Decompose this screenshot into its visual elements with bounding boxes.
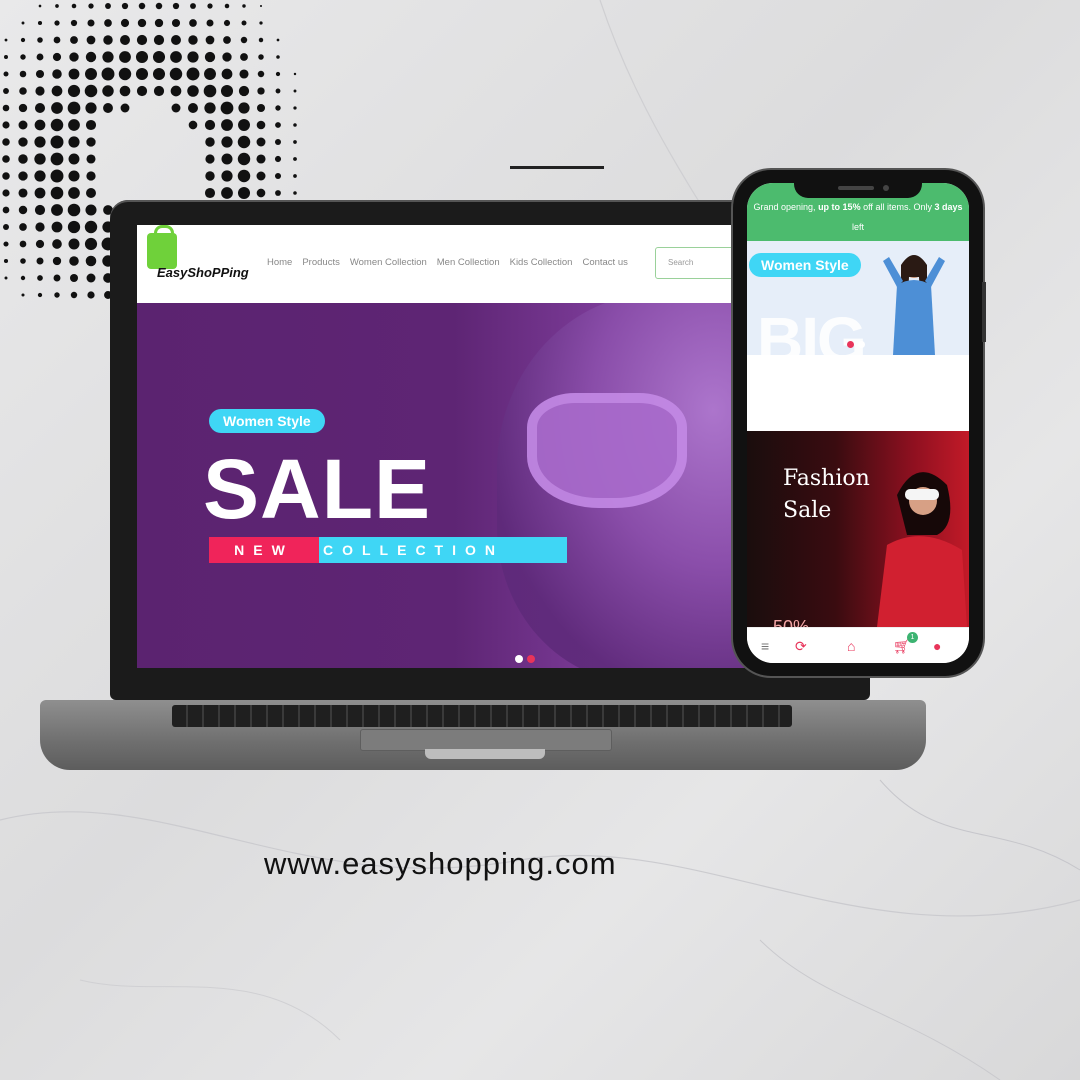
- main-nav: Home Products Women Collection Men Colle…: [267, 257, 628, 268]
- laptop-trackpad: [360, 729, 612, 751]
- promo-post: left: [851, 222, 864, 232]
- slider-pager: [515, 655, 535, 663]
- promo-discount: up to 15%: [818, 202, 861, 212]
- decorative-dash: [510, 166, 604, 169]
- phone-camera: [883, 185, 889, 191]
- discount-percent: 50%: [773, 617, 810, 627]
- phone-speaker: [838, 186, 874, 190]
- new-collection-strip: NEW COLLECTION: [209, 537, 567, 563]
- new-label: NEW: [209, 537, 319, 563]
- mobile-slider-dot-1[interactable]: [847, 341, 854, 348]
- promo-pre: Grand opening,: [753, 202, 816, 212]
- logo-text: EasyShoPPing: [157, 265, 249, 280]
- nav-men-collection[interactable]: Men Collection: [437, 257, 500, 268]
- nav-products[interactable]: Products: [302, 257, 340, 268]
- site-logo[interactable]: EasyShoPPing: [141, 225, 251, 297]
- nav-kids-collection[interactable]: Kids Collection: [510, 257, 573, 268]
- menu-icon[interactable]: ≡: [761, 638, 769, 654]
- promo-days: 3 days: [934, 202, 963, 212]
- nav-women-collection[interactable]: Women Collection: [350, 257, 427, 268]
- nav-contact-us[interactable]: Contact us: [582, 257, 627, 268]
- sale-headline: SALE: [203, 442, 432, 536]
- model-woman-photo: [877, 472, 967, 627]
- fashion-sale-title: Fashion Sale: [783, 463, 870, 527]
- phone-side-button: [982, 282, 986, 342]
- mobile-slider-pager: [847, 341, 865, 348]
- laptop-front-notch: [425, 749, 545, 759]
- user-icon[interactable]: ●: [933, 638, 941, 654]
- mobile-banner-fashion-sale[interactable]: Fashion Sale 50%: [747, 431, 969, 627]
- slider-dot-2[interactable]: [527, 655, 535, 663]
- shopping-bag-icon: [147, 225, 177, 269]
- nav-home[interactable]: Home: [267, 257, 292, 268]
- slider-dot-1[interactable]: [515, 655, 523, 663]
- mobile-banner-women[interactable]: BIG Women Style: [747, 241, 969, 355]
- mobile-women-style-badge: Women Style: [749, 253, 861, 277]
- search-placeholder: Search: [668, 258, 694, 267]
- fashion-line: Fashion: [783, 466, 870, 491]
- refresh-icon[interactable]: ⟳: [795, 638, 807, 655]
- sale-line: Sale: [783, 498, 832, 523]
- promo-mid: off all items. Only: [863, 202, 932, 212]
- mobile-spacer: [747, 355, 969, 431]
- model-girl-photo: [883, 255, 945, 355]
- mobile-bottom-nav: ≡ ⟳ ⌂ 🛒︎ 1 ●: [747, 627, 969, 663]
- home-icon[interactable]: ⌂: [847, 638, 855, 654]
- collection-label: COLLECTION: [319, 537, 567, 563]
- laptop-keyboard: [172, 705, 792, 727]
- cart-count-badge: 1: [907, 632, 918, 643]
- website-url[interactable]: www.easyshopping.com: [264, 846, 617, 882]
- phone-screen: Grand opening, up to 15% off all items. …: [747, 183, 969, 663]
- mobile-slider-dot-2[interactable]: [858, 341, 865, 348]
- women-style-badge: Women Style: [209, 409, 325, 433]
- sunglasses-graphic: [527, 393, 687, 508]
